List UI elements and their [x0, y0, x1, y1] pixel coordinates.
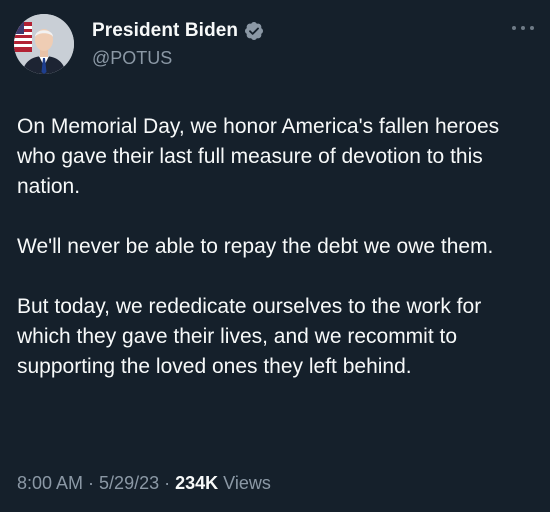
tweet-card: President Biden @POTUS On Memorial Day, …: [0, 0, 550, 512]
tweet-paragraph: We'll never be able to repay the debt we…: [17, 235, 494, 258]
tweet-time[interactable]: 8:00 AM: [17, 473, 83, 493]
avatar-photo-icon: [14, 14, 74, 74]
display-name[interactable]: President Biden: [92, 20, 238, 42]
author-names: President Biden @POTUS: [92, 18, 264, 69]
tweet-text: On Memorial Day, we honor America's fall…: [17, 112, 537, 382]
tweet-header: President Biden @POTUS: [14, 14, 536, 76]
tweet-paragraph: On Memorial Day, we honor America's fall…: [17, 115, 500, 198]
handle[interactable]: @POTUS: [92, 48, 264, 69]
views-count[interactable]: 234K: [175, 473, 218, 493]
meta-separator: ·: [164, 473, 171, 493]
display-name-row: President Biden: [92, 18, 264, 44]
tweet-meta: 8:00 AM · 5/29/23 · 234K Views: [17, 473, 271, 494]
tweet-date[interactable]: 5/29/23: [99, 473, 159, 493]
meta-separator: ·: [88, 473, 95, 493]
avatar[interactable]: [14, 14, 74, 74]
views-label: Views: [223, 473, 271, 493]
more-horizontal-icon[interactable]: [512, 24, 534, 32]
tweet-paragraph: But today, we rededicate ourselves to th…: [17, 295, 482, 378]
verified-badge-icon: [244, 21, 264, 41]
